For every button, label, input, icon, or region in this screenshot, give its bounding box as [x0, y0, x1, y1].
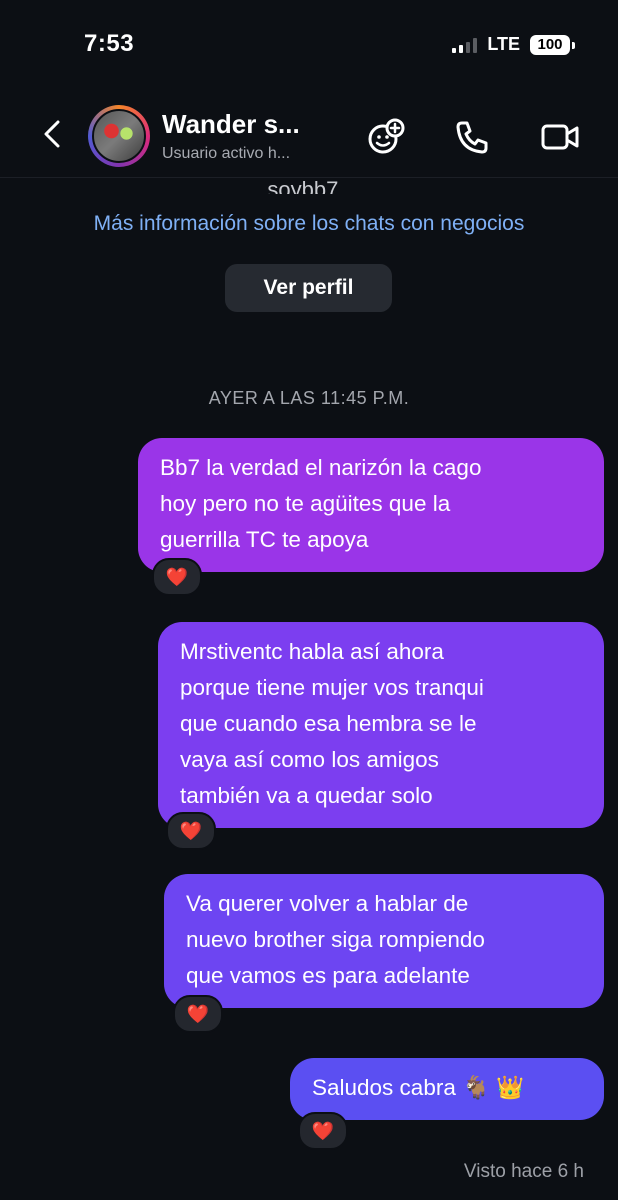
- chat-header: Wander s... Usuario activo h...: [0, 95, 618, 178]
- heart-reaction[interactable]: ❤️: [173, 995, 223, 1033]
- status-time: 7:53: [84, 30, 135, 57]
- status-indicators: LTE 100: [452, 34, 575, 55]
- phone-icon[interactable]: [452, 117, 492, 157]
- heart-reaction[interactable]: ❤️: [152, 558, 202, 596]
- contact-status: Usuario activo h...: [162, 145, 291, 162]
- chevron-left-icon[interactable]: [38, 119, 68, 149]
- heart-reaction[interactable]: ❤️: [166, 812, 216, 850]
- message-timestamp: AYER A LAS 11:45 P.M.: [208, 388, 410, 408]
- message-bubble[interactable]: Bb7 la verdad el narizón la cago hoy per…: [138, 438, 604, 572]
- message-bubble[interactable]: Saludos cabra 🐐 👑: [290, 1058, 604, 1120]
- network-label: LTE: [487, 34, 520, 54]
- seen-status: Visto hace 6 h: [463, 1161, 584, 1182]
- contact-name[interactable]: Wander s...: [162, 109, 300, 140]
- battery-icon: 100: [530, 34, 575, 55]
- avatar[interactable]: [88, 105, 150, 167]
- message-bubble[interactable]: Mrstiventc habla así ahora porque tiene …: [158, 622, 604, 828]
- view-profile-button[interactable]: Ver perfil: [225, 264, 392, 312]
- add-reaction-icon[interactable]: [366, 117, 406, 157]
- message-bubble[interactable]: Va querer volver a hablar de nuevo broth…: [164, 874, 604, 1008]
- video-camera-icon[interactable]: [540, 117, 580, 157]
- signal-icon: [452, 37, 478, 53]
- profile-username: soybb7_: [267, 177, 351, 194]
- business-chats-link[interactable]: Más información sobre los chats con nego…: [0, 212, 618, 236]
- heart-reaction[interactable]: ❤️: [298, 1112, 348, 1150]
